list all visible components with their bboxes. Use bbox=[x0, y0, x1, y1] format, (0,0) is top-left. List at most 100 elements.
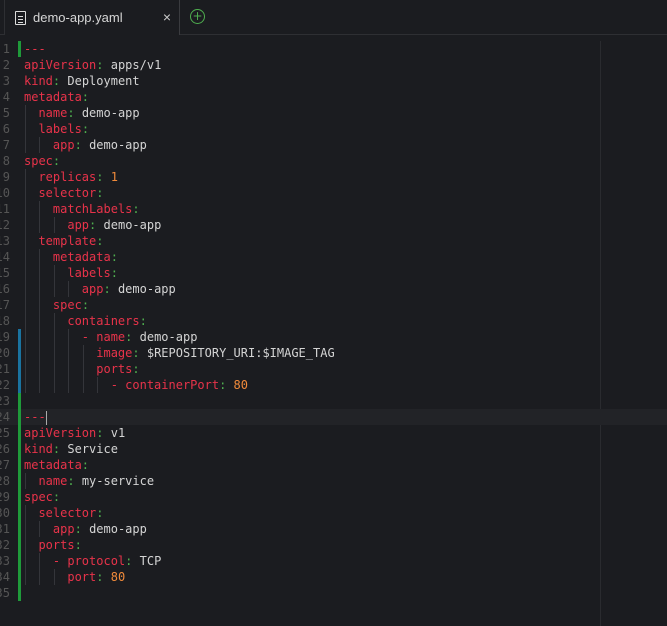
code-line[interactable]: 7 app: demo-app bbox=[0, 137, 667, 153]
git-added-marker bbox=[18, 425, 21, 441]
code-text: selector: bbox=[24, 505, 103, 521]
code-line[interactable]: 2 apiVersion: apps/v1 bbox=[0, 57, 667, 73]
code-line[interactable]: 15 labels: bbox=[0, 265, 667, 281]
line-number: 12 bbox=[0, 218, 10, 232]
line-number: 29 bbox=[0, 490, 10, 504]
colon: : bbox=[96, 170, 104, 184]
yaml-value: demo-app bbox=[81, 106, 140, 120]
colon: : bbox=[132, 202, 140, 216]
yaml-value: 80 bbox=[110, 570, 126, 584]
colon: : bbox=[89, 218, 97, 232]
yaml-key: labels bbox=[38, 122, 82, 136]
git-added-marker bbox=[18, 457, 21, 473]
line-number: 2 bbox=[2, 58, 10, 72]
yaml-key: app bbox=[52, 138, 75, 152]
line-number: 16 bbox=[0, 282, 10, 296]
code-line[interactable]: 24 --- bbox=[0, 409, 667, 425]
code-line[interactable]: 20 image: $REPOSITORY_URI:$IMAGE_TAG bbox=[0, 345, 667, 361]
code-line[interactable]: 5 name: demo-app bbox=[0, 105, 667, 121]
git-added-marker bbox=[18, 521, 21, 537]
code-line[interactable]: 25 apiVersion: v1 bbox=[0, 425, 667, 441]
yaml-value: demo-app bbox=[139, 330, 198, 344]
code-line[interactable]: 22 - containerPort: 80 bbox=[0, 377, 667, 393]
code-line[interactable]: 21 ports: bbox=[0, 361, 667, 377]
yaml-key: apiVersion bbox=[24, 58, 97, 72]
colon: : bbox=[74, 538, 82, 552]
code-line[interactable]: 31 app: demo-app bbox=[0, 521, 667, 537]
tab-demo-app-yaml[interactable]: demo-app.yaml × bbox=[4, 0, 180, 35]
line-number: 33 bbox=[0, 554, 10, 568]
yaml-key: selector bbox=[38, 186, 97, 200]
code-line[interactable]: 30 selector: bbox=[0, 505, 667, 521]
yaml-value: Deployment bbox=[67, 74, 140, 88]
code-text: metadata: bbox=[24, 89, 89, 105]
yaml-value: demo-app bbox=[117, 282, 176, 296]
line-number: 15 bbox=[0, 266, 10, 280]
line-number: 26 bbox=[0, 442, 10, 456]
line-number: 32 bbox=[0, 538, 10, 552]
code-text: --- bbox=[24, 409, 47, 425]
code-line[interactable]: 28 name: my-service bbox=[0, 473, 667, 489]
yaml-key: apiVersion bbox=[24, 426, 97, 440]
code-line[interactable]: 8 spec: bbox=[0, 153, 667, 169]
code-line[interactable]: 34 port: 80 bbox=[0, 569, 667, 585]
code-line[interactable]: 35 bbox=[0, 585, 667, 601]
line-number: 22 bbox=[0, 378, 10, 392]
yaml-key: app bbox=[81, 282, 104, 296]
code-line[interactable]: 11 matchLabels: bbox=[0, 201, 667, 217]
git-added-marker bbox=[18, 41, 21, 57]
yaml-value: Service bbox=[67, 442, 118, 456]
code-line[interactable]: 6 labels: bbox=[0, 121, 667, 137]
git-added-marker bbox=[18, 473, 21, 489]
colon: : bbox=[74, 138, 82, 152]
colon: : bbox=[96, 426, 104, 440]
add-tab-icon[interactable]: + bbox=[190, 9, 205, 24]
code-line[interactable]: 17 spec: bbox=[0, 297, 667, 313]
code-line[interactable]: 29 spec: bbox=[0, 489, 667, 505]
git-added-marker bbox=[18, 569, 21, 585]
code-line[interactable]: 32 ports: bbox=[0, 537, 667, 553]
colon: : bbox=[81, 122, 90, 136]
code-line[interactable]: 16 app: demo-app bbox=[0, 281, 667, 297]
list-dash: - bbox=[81, 330, 97, 344]
code-text: selector: bbox=[24, 185, 103, 201]
colon: : bbox=[103, 282, 111, 296]
code-text: kind: Deployment bbox=[24, 73, 140, 89]
git-added-marker bbox=[18, 505, 21, 521]
yaml-key: metadata bbox=[24, 458, 82, 472]
code-line[interactable]: 19 - name: demo-app bbox=[0, 329, 667, 345]
git-modified-marker bbox=[18, 361, 21, 377]
code-line[interactable]: 4 metadata: bbox=[0, 89, 667, 105]
git-added-marker bbox=[18, 393, 21, 409]
yaml-key: template bbox=[38, 234, 97, 248]
code-line[interactable]: 27 metadata: bbox=[0, 457, 667, 473]
yaml-key: port bbox=[67, 570, 97, 584]
code-text: labels: bbox=[24, 265, 118, 281]
code-line[interactable]: 18 containers: bbox=[0, 313, 667, 329]
code-line[interactable]: 12 app: demo-app bbox=[0, 217, 667, 233]
line-number: 4 bbox=[2, 90, 10, 104]
line-number: 18 bbox=[0, 314, 10, 328]
code-line[interactable]: 33 - protocol: TCP bbox=[0, 553, 667, 569]
code-line[interactable]: 3 kind: Deployment bbox=[0, 73, 667, 89]
code-line[interactable]: 1 --- bbox=[0, 41, 667, 57]
code-text: labels: bbox=[24, 121, 89, 137]
list-dash: - bbox=[110, 378, 126, 392]
colon: : bbox=[96, 186, 104, 200]
close-icon[interactable]: × bbox=[163, 9, 171, 25]
code-line[interactable]: 23 bbox=[0, 393, 667, 409]
yaml-value: my-service bbox=[81, 474, 155, 488]
code-line[interactable]: 13 template: bbox=[0, 233, 667, 249]
colon: : bbox=[81, 90, 90, 104]
code-line[interactable]: 14 metadata: bbox=[0, 249, 667, 265]
code-line[interactable]: 9 replicas: 1 bbox=[0, 169, 667, 185]
code-line[interactable]: 10 selector: bbox=[0, 185, 667, 201]
colon: : bbox=[132, 362, 140, 376]
code-editor[interactable]: 1 --- 2 apiVersion: apps/v1 3 kind: Deploymen… bbox=[0, 41, 667, 626]
code-text: app: demo-app bbox=[24, 521, 147, 537]
yaml-value: v1 bbox=[110, 426, 126, 440]
line-number: 5 bbox=[2, 106, 10, 120]
line-number: 11 bbox=[0, 202, 10, 216]
code-line[interactable]: 26 kind: Service bbox=[0, 441, 667, 457]
colon: : bbox=[52, 490, 61, 504]
